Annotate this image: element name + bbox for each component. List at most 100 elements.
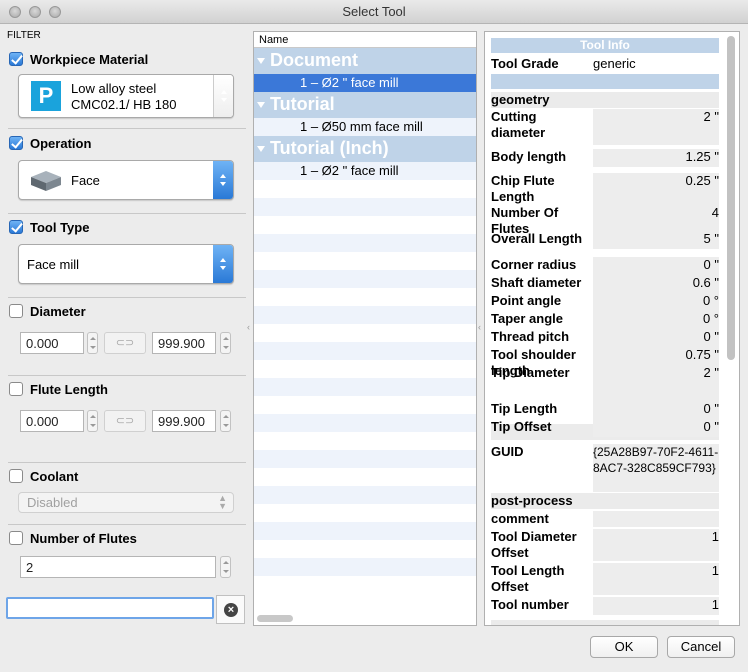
info-value: 0 °	[702, 293, 719, 308]
info-key: Tip Length	[491, 401, 558, 416]
info-row-tool-grade: Tool Grade generic	[491, 56, 719, 73]
info-key: comment	[491, 511, 549, 526]
info-value: 0 °	[702, 311, 719, 326]
info-key: GUID	[491, 444, 524, 459]
coolant-select[interactable]: Disabled ▲ ▼	[18, 492, 234, 513]
info-value: 1	[711, 529, 719, 544]
list-empty-rows	[254, 180, 476, 592]
material-p-badge-icon: P	[31, 81, 61, 111]
link-chain-icon[interactable]: ⊂⊃	[104, 410, 146, 432]
zoom-window-icon[interactable]	[49, 6, 61, 18]
dropdown-arrow-icon	[213, 245, 233, 283]
diameter-checkbox[interactable]	[9, 304, 23, 318]
divider	[8, 524, 246, 525]
info-row: Tip Offset 0 "	[491, 419, 719, 437]
tool-info-panel: Tool Info Tool Grade generic geometry GU…	[484, 31, 740, 626]
group-label: Tutorial	[270, 94, 335, 114]
tool-info-title: Tool Info	[491, 38, 719, 53]
number-of-flutes-input[interactable]: 2	[20, 556, 216, 578]
section-band	[491, 74, 719, 89]
info-row: Tool Length Offset 1	[491, 563, 719, 595]
divider	[8, 213, 246, 214]
tool-type-select[interactable]: Face mill	[18, 244, 234, 284]
tool-type-checkbox[interactable]	[9, 220, 23, 234]
info-row: Overall Length 5 "	[491, 231, 719, 249]
workpiece-material-select[interactable]: P Low alloy steel CMC02.1/ HB 180	[18, 74, 234, 118]
info-value: 0 "	[703, 419, 719, 434]
diameter-max-input[interactable]: 999.900	[152, 332, 216, 354]
ok-button[interactable]: OK	[590, 636, 658, 658]
group-document[interactable]: Document	[254, 48, 476, 74]
flute-length-max-input[interactable]: 999.900	[152, 410, 216, 432]
info-value: 0.75 "	[685, 347, 719, 362]
tool-row[interactable]: 1 – Ø2 " face mill	[254, 74, 476, 92]
disclosure-triangle-icon[interactable]	[257, 102, 265, 108]
info-row: Point angle 0 °	[491, 293, 719, 311]
window-titlebar: Select Tool	[0, 0, 748, 24]
splitter-handle[interactable]: ‹	[478, 322, 481, 332]
coolant-value: Disabled	[27, 495, 78, 510]
tool-row[interactable]: 1 – Ø2 " face mill	[254, 162, 476, 180]
info-row: Corner radius 0 "	[491, 257, 719, 275]
vertical-scrollbar[interactable]	[727, 36, 735, 360]
flute-length-label: Flute Length	[30, 382, 108, 397]
info-key: Tip Diameter	[491, 365, 570, 380]
info-row: Cutting diameter 2 "	[491, 109, 719, 145]
info-row: Tip Diameter 2 "	[491, 365, 719, 401]
info-row: Body length 1.25 "	[491, 149, 719, 167]
cancel-button[interactable]: Cancel	[667, 636, 735, 658]
filter-label: FILTER	[7, 30, 41, 41]
operation-select[interactable]: Face	[18, 160, 234, 200]
group-tutorial[interactable]: Tutorial	[254, 92, 476, 118]
flute-length-checkbox[interactable]	[9, 382, 23, 396]
workpiece-material-checkbox[interactable]	[9, 52, 23, 66]
tool-row[interactable]: 1 – Ø50 mm face mill	[254, 118, 476, 136]
splitter-handle[interactable]: ‹	[247, 322, 250, 332]
link-chain-icon[interactable]: ⊂⊃	[104, 332, 146, 354]
disclosure-triangle-icon[interactable]	[257, 58, 265, 64]
info-row: Tool Diameter Offset 1	[491, 529, 719, 561]
info-value: 0.6 "	[692, 275, 719, 290]
tool-type-label: Tool Type	[30, 220, 90, 235]
tool-type-value: Face mill	[27, 257, 80, 272]
info-key: Taper angle	[491, 311, 564, 326]
info-key: Tool number	[491, 597, 569, 612]
diameter-min-input[interactable]: 0.000	[20, 332, 84, 354]
info-row: Tool shoulder length 0.75 "	[491, 347, 719, 378]
post-process-header: post-process	[491, 493, 573, 508]
section-gap	[491, 620, 719, 625]
coolant-checkbox[interactable]	[9, 469, 23, 483]
tool-list[interactable]: Name Document 1 – Ø2 " face mill Tutoria…	[253, 31, 477, 626]
info-row: Shaft diameter 0.6 "	[491, 275, 719, 293]
minimize-window-icon[interactable]	[29, 6, 41, 18]
info-key: Body length	[491, 149, 567, 164]
guid-value: {25A28B97-70F2-4611-8AC7-328C859CF793}	[593, 445, 719, 475]
close-window-icon[interactable]	[9, 6, 21, 18]
info-row: Taper angle 0 °	[491, 311, 719, 329]
flute-length-min-input[interactable]: 0.000	[20, 410, 84, 432]
info-key: Shaft diameter	[491, 275, 582, 290]
info-key: Tool Diameter Offset	[491, 529, 577, 560]
flute-length-max-stepper[interactable]	[220, 410, 231, 432]
group-tutorial-inch[interactable]: Tutorial (Inch)	[254, 136, 476, 162]
operation-value: Face	[71, 173, 100, 188]
number-of-flutes-label: Number of Flutes	[30, 531, 137, 546]
number-of-flutes-stepper[interactable]	[220, 556, 231, 578]
horizontal-scrollbar[interactable]	[257, 615, 293, 622]
diameter-min-stepper[interactable]	[87, 332, 98, 354]
column-header-name[interactable]: Name	[254, 32, 476, 48]
operation-label: Operation	[30, 136, 92, 151]
search-input[interactable]	[6, 597, 214, 619]
number-of-flutes-checkbox[interactable]	[9, 531, 23, 545]
disclosure-triangle-icon[interactable]	[257, 146, 265, 152]
clear-search-button[interactable]: ×	[216, 595, 245, 624]
operation-checkbox[interactable]	[9, 136, 23, 150]
stepper-icon: ▲ ▼	[218, 493, 227, 511]
info-value: 2 "	[703, 109, 719, 124]
divider	[8, 462, 246, 463]
info-row-guid: GUID {25A28B97-70F2-4611-8AC7-328C859CF7…	[491, 444, 719, 492]
stepper-icon	[213, 75, 233, 117]
flute-length-min-stepper[interactable]	[87, 410, 98, 432]
diameter-max-stepper[interactable]	[220, 332, 231, 354]
dropdown-arrow-icon	[213, 161, 233, 199]
